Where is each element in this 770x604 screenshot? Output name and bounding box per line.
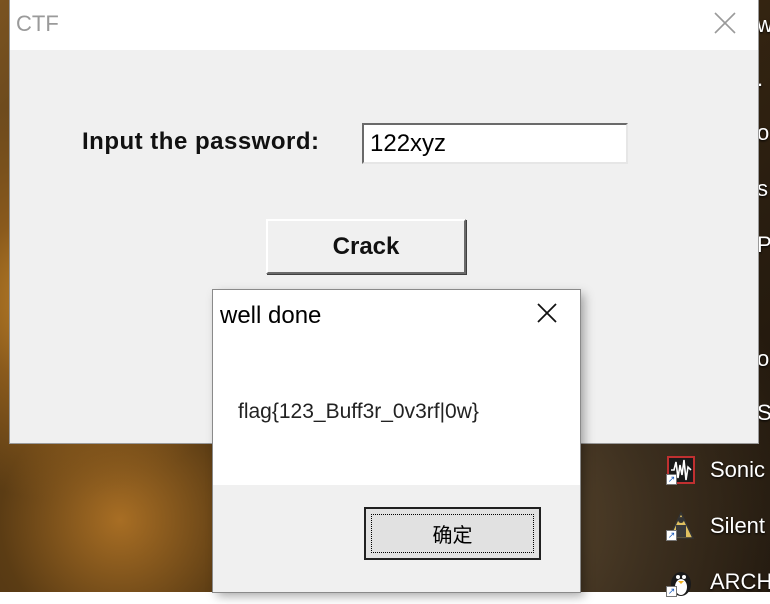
penguin-icon: ↗ <box>666 567 696 597</box>
ctf-titlebar[interactable]: CTF <box>10 0 758 50</box>
dialog-message: flag{123_Buff3r_0v3rf|0w} <box>238 400 479 423</box>
ok-button-label: 确定 <box>432 525 473 547</box>
shortcut-label: Sonic <box>710 457 766 482</box>
crack-button[interactable]: Crack <box>266 219 466 274</box>
desktop-label-fragment: s <box>757 176 768 201</box>
close-icon <box>713 11 737 40</box>
desktop-label-fragment: o <box>757 346 770 371</box>
dialog-footer: 确定 <box>213 485 580 592</box>
desktop-label-fragment: P <box>757 232 770 257</box>
message-dialog: well done flag{123_Buff3r_0v3rf|0w} 确定 <box>213 290 580 592</box>
window-title: CTF <box>16 11 59 36</box>
dialog-titlebar[interactable]: well done <box>213 290 580 340</box>
shortcut-label: Silent <box>710 513 766 538</box>
audio-waveform-icon: ↗ <box>666 455 696 485</box>
dialog-close-button[interactable] <box>514 290 580 340</box>
desktop-shortcut-silent[interactable]: ↗ Silent <box>666 504 770 548</box>
password-input[interactable] <box>362 123 628 164</box>
ctf-close-button[interactable] <box>692 0 758 50</box>
desktop-label-fragment: S <box>757 400 770 425</box>
desktop-label-fragment: w <box>757 12 770 37</box>
dialog-title: well done <box>220 302 322 329</box>
close-icon <box>535 301 559 330</box>
desktop-shortcut-sonic[interactable]: ↗ Sonic <box>666 448 770 492</box>
desktop-shortcut-arch[interactable]: ↗ ARCH <box>666 560 770 604</box>
ok-button[interactable]: 确定 <box>364 507 541 560</box>
password-prompt-label: Input the password: <box>82 128 320 155</box>
installer-icon: ↗ <box>666 511 696 541</box>
shortcut-label: ARCH <box>710 569 770 594</box>
desktop-label-fragment: o <box>757 120 770 145</box>
crack-button-label: Crack <box>332 232 400 260</box>
